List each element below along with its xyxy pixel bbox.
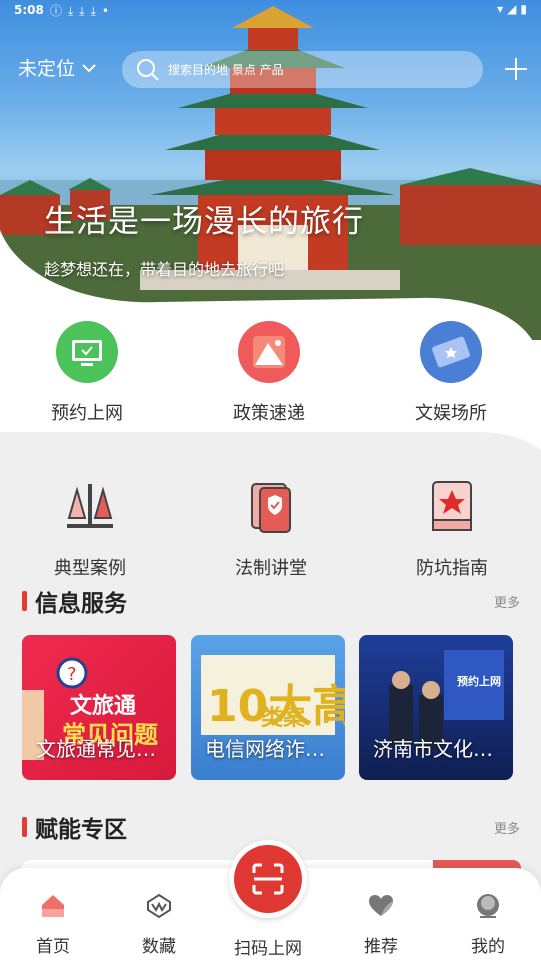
status-bar: 5:08 ⓘ⤓⤓⤓• ▾◢▮	[0, 0, 541, 22]
notification-icons: ⓘ⤓⤓⤓•	[50, 4, 115, 18]
scan-qr-icon	[252, 863, 284, 895]
tab-label: 我的	[471, 937, 505, 957]
info-card[interactable]: 10大高发 类案 电信网络诈…	[191, 635, 345, 780]
hero-banner[interactable]: 5:08 ⓘ⤓⤓⤓• ▾◢▮ 未定位 搜索目的地 景点 产品 生活是一场漫长的旅…	[0, 0, 541, 360]
profile-icon	[477, 894, 499, 918]
star-book-icon	[432, 481, 472, 531]
nav-book-internet[interactable]: 预约上网	[7, 321, 167, 425]
home-icon	[42, 895, 64, 917]
collection-icon	[147, 893, 171, 919]
tab-label: 首页	[36, 937, 70, 957]
scales-icon	[67, 484, 113, 528]
section-title: 赋能专区	[35, 817, 127, 843]
section-title: 信息服务	[35, 591, 127, 617]
scan-label: 扫码上网	[234, 939, 302, 959]
nav-law-lecture[interactable]: 法制讲堂	[191, 476, 351, 580]
more-link[interactable]: 更多	[494, 818, 520, 837]
empower-zone-header: 赋能专区 更多	[22, 812, 522, 843]
nav-label: 文娱场所	[415, 403, 487, 424]
info-card[interactable]: ? 文旅通 常见问题 文旅通常见…	[22, 635, 176, 780]
location-selector[interactable]: 未定位	[18, 54, 97, 81]
chevron-down-icon	[82, 63, 96, 72]
more-link[interactable]: 更多	[494, 592, 520, 611]
card-image-text2: 类案	[261, 705, 306, 731]
nav-typical-cases[interactable]: 典型案例	[10, 476, 170, 580]
info-services-header: 信息服务 更多	[22, 586, 522, 617]
search-icon	[137, 58, 159, 81]
nav-anti-scam-guide[interactable]: 防坑指南	[372, 476, 532, 580]
nav-policy-express[interactable]: 政策速递	[189, 321, 349, 425]
tab-home[interactable]: 首页	[8, 892, 98, 957]
nav-label: 政策速递	[233, 403, 305, 424]
nav-label: 预约上网	[51, 403, 123, 424]
tab-label: 推荐	[364, 937, 398, 957]
card-image-text: 文旅通	[70, 693, 136, 719]
status-time: 5:08	[14, 3, 44, 17]
nav-label: 防坑指南	[416, 558, 488, 579]
heart-icon	[369, 895, 393, 916]
section-accent-bar	[22, 817, 27, 837]
ticket-icon	[420, 321, 482, 383]
section-accent-bar	[22, 591, 27, 611]
search-placeholder: 搜索目的地 景点 产品	[168, 63, 284, 77]
tab-mine[interactable]: 我的	[443, 892, 533, 957]
monitor-icon	[56, 321, 118, 383]
info-card[interactable]: 预约上网 济南市文化…	[359, 635, 513, 780]
tab-label: 数藏	[142, 937, 176, 957]
nav-entertainment-venues[interactable]: 文娱场所	[371, 321, 531, 425]
search-input[interactable]: 搜索目的地 景点 产品	[122, 51, 483, 88]
tab-recommend[interactable]: 推荐	[336, 892, 426, 957]
card-caption: 济南市文化…	[373, 737, 493, 761]
shield-book-icon	[251, 483, 291, 533]
nav-label: 法制讲堂	[235, 558, 307, 579]
add-icon[interactable]	[503, 56, 529, 82]
banner-slogan: 生活是一场漫长的旅行	[44, 204, 364, 240]
svg-text:?: ?	[67, 664, 77, 685]
card-image-text: 预约上网	[457, 674, 501, 688]
banner-subtitle: 趁梦想还在，带着目的地去旅行吧	[44, 260, 285, 279]
tab-collection[interactable]: 数藏	[114, 892, 204, 957]
card-caption: 文旅通常见…	[36, 737, 156, 761]
location-label: 未定位	[18, 58, 76, 80]
signal-battery-icons: ▾◢▮	[497, 2, 531, 16]
scan-button[interactable]	[229, 840, 307, 918]
nav-label: 典型案例	[54, 558, 126, 579]
mountain-icon	[238, 321, 300, 383]
card-caption: 电信网络诈…	[205, 737, 325, 761]
